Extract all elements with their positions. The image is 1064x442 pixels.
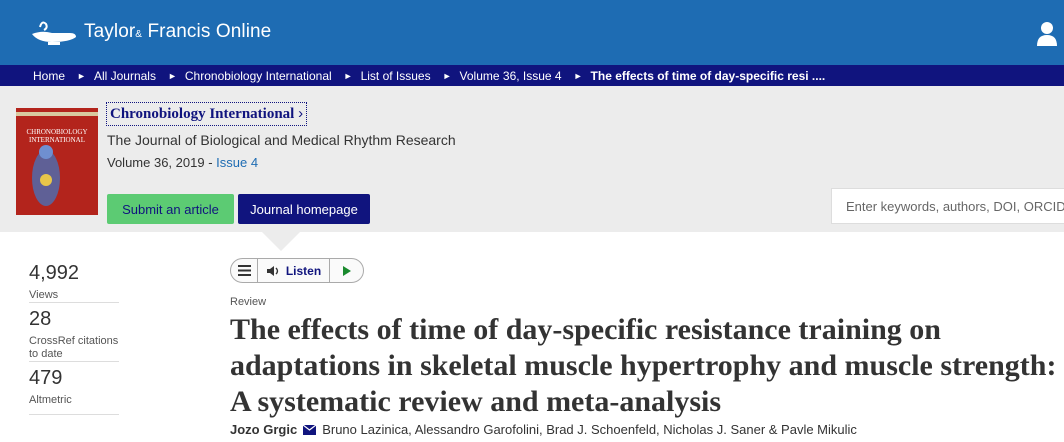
chevron-right-icon: ► [77, 70, 86, 81]
altmetric-count[interactable]: 479 [29, 367, 62, 390]
breadcrumb-list-of-issues[interactable]: ► List of Issues [332, 69, 431, 83]
search-input[interactable] [846, 198, 1064, 214]
cover-figure-icon [32, 145, 60, 206]
divider [29, 302, 119, 303]
altmetric-label: Altmetric [29, 394, 72, 406]
search-box [831, 188, 1064, 224]
submit-article-button[interactable]: Submit an article [107, 194, 234, 224]
envelope-icon[interactable] [303, 424, 317, 435]
author-list: Jozo Grgic Bruno Lazinica, Alessandro Ga… [230, 422, 857, 437]
views-label: Views [29, 289, 59, 301]
breadcrumb-home[interactable]: Home [33, 69, 65, 83]
chevron-right-icon: ► [573, 70, 583, 81]
breadcrumb: Home ► All Journals ► Chronobiology Intern… [0, 65, 1064, 86]
menu-icon[interactable] [231, 259, 258, 282]
listen-button[interactable]: Listen [258, 259, 330, 282]
brand-logo[interactable]: Taylor& Francis Online [30, 18, 271, 46]
page: Taylor& Francis Online Home ► All Journal… [0, 0, 1064, 442]
issue-link[interactable]: Issue 4 [216, 155, 258, 170]
other-authors[interactable]: Bruno Lazinica, Alessandro Garofolini, B… [322, 422, 857, 437]
journal-homepage-button[interactable]: Journal homepage [238, 194, 370, 224]
chevron-right-icon: ► [167, 70, 177, 81]
volume-info: Volume 36, 2019 - Issue 4 [107, 155, 259, 170]
speaker-icon [266, 265, 279, 276]
divider [29, 361, 119, 362]
lamp-icon [32, 21, 76, 45]
author-link[interactable]: Jozo Grgic [230, 422, 297, 437]
play-icon [342, 265, 351, 276]
breadcrumb-all-journals[interactable]: ► All Journals [65, 69, 156, 83]
breadcrumb-current: ► The effects of time of day-specific res… [573, 68, 826, 83]
crossref-label: CrossRef citations to date [29, 335, 119, 360]
site-header: Taylor& Francis Online [0, 0, 1064, 65]
views-count: 4,992 [29, 262, 80, 284]
journal-band: CHRONOBIOLOGY INTERNATIONAL Chronobiolog… [0, 86, 1064, 232]
breadcrumb-journal[interactable]: ► Chronobiology International [156, 69, 332, 83]
crossref-count[interactable]: 28 [29, 308, 51, 331]
journal-subtitle: The Journal of Biological and Medical Rh… [107, 132, 456, 148]
journal-cover[interactable]: CHRONOBIOLOGY INTERNATIONAL [16, 108, 98, 215]
band-pointer [262, 232, 300, 251]
journal-title-link[interactable]: Chronobiology International › [106, 102, 308, 126]
brand-name: Taylor& Francis Online [84, 21, 272, 42]
play-button[interactable] [330, 259, 363, 282]
divider [29, 414, 119, 415]
listen-player: Listen [230, 258, 364, 283]
article-title: The effects of time of day-specific resi… [230, 313, 1057, 418]
chevron-right-icon: ► [343, 70, 353, 81]
breadcrumb-volume-issue[interactable]: ► Volume 36, Issue 4 [431, 69, 562, 83]
user-account-icon[interactable] [1036, 20, 1058, 46]
chevron-right-icon: ► [442, 70, 452, 81]
article-type: Review [230, 296, 267, 308]
